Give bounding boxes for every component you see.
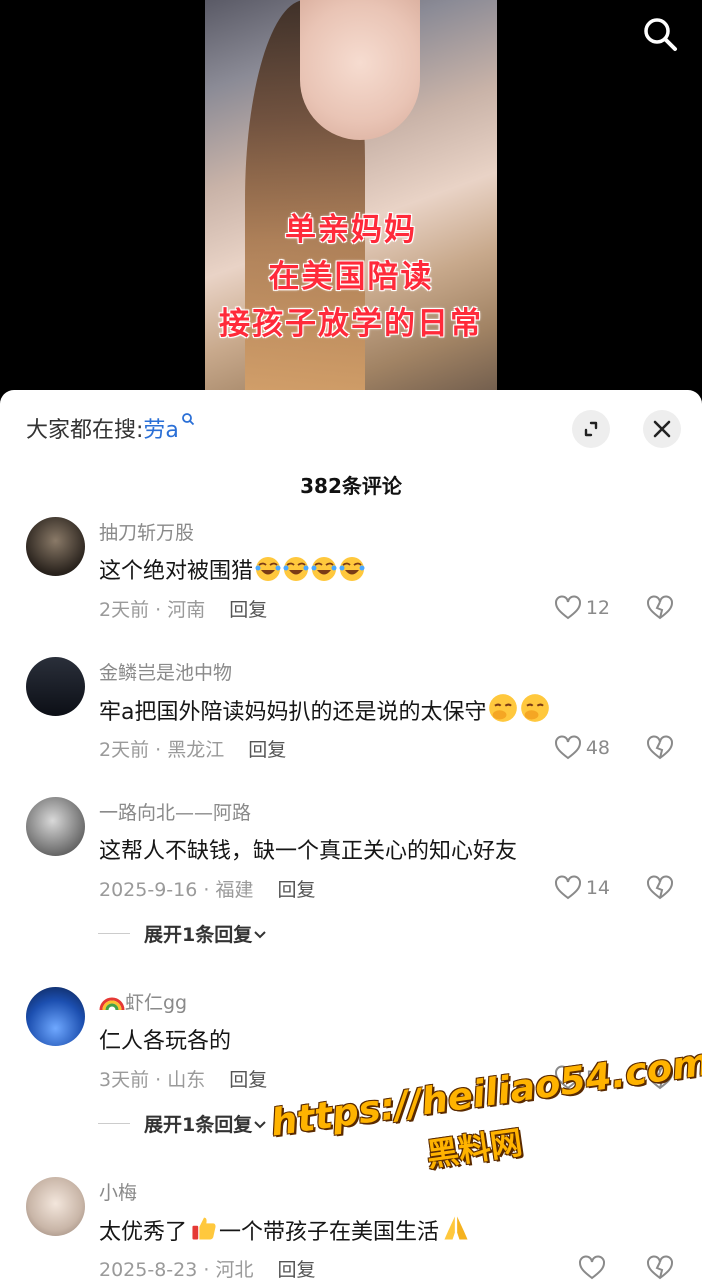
like-count: 48 [585,737,610,759]
comment-text: 牢a把国外陪读妈妈扒的还是说的太保守 [99,693,550,726]
video-caption-line-3: 接孩子放学的日常 [219,306,483,342]
comment-time-location: 2天前 · 河南 [99,599,206,621]
thumbs-up-emoji-icon [192,1217,216,1240]
comment-meta: 2天前 · 河南 回复 [99,595,267,622]
laughing-crying-emoji-icon [283,557,309,581]
broken-heart-icon [647,1255,673,1280]
like-count: 12 [585,597,610,619]
comment-username-text: 虾仁gg [125,992,188,1014]
divider [98,933,130,934]
laughing-crying-emoji-icon [339,557,365,581]
avatar[interactable] [26,517,85,576]
comment-text-content: 这个绝对被围猎 [99,559,254,584]
avatar[interactable] [26,657,85,716]
broken-heart-icon [647,735,673,760]
dislike-button[interactable] [646,734,674,762]
comment-text: 这帮人不缺钱，缺一个真正关心的知心好友 [99,839,518,864]
dislike-button[interactable] [646,874,674,902]
comment-text-content: 太优秀了 [99,1220,188,1245]
reply-button[interactable]: 回复 [277,879,315,901]
comment-meta: 3天前 · 山东 回复 [99,1065,267,1092]
broken-heart-icon [647,595,673,620]
comment-text: 这个绝对被围猎 [99,553,365,585]
smirk-hand-emoji-icon [489,694,518,722]
praying-hands-emoji-icon [444,1216,468,1240]
like-button[interactable]: 48 [554,734,610,762]
avatar[interactable] [26,987,85,1046]
video-frame: 单亲妈妈 在美国陪读 接孩子放学的日常 [205,0,497,400]
smirk-hand-emoji-icon [521,694,550,722]
comment-meta: 2天前 · 黑龙江 回复 [99,735,286,762]
comment-meta: 2025-9-16 · 福建 回复 [99,875,315,902]
laughing-crying-emoji-icon [255,557,281,581]
like-button[interactable] [578,1254,610,1280]
comment-item: 抽刀斩万股 这个绝对被围猎 2天前 · 河南 回复 12 [0,515,702,655]
comment-text-content-2: 一个带孩子在美国生活 [219,1220,440,1245]
comment-username[interactable]: 金鳞岂是池中物 [99,658,232,685]
chevron-down-icon [254,1120,266,1128]
comment-username[interactable]: 虾仁gg [99,988,187,1015]
comment-username[interactable]: 小梅 [99,1178,137,1205]
comment-text-content: 牢a把国外陪读妈妈扒的还是说的太保守 [99,700,487,725]
reply-button[interactable]: 回复 [229,599,267,621]
reply-button[interactable]: 回复 [248,739,286,761]
avatar[interactable] [26,1177,85,1236]
comment-time-location: 2025-8-23 · 河北 [99,1259,254,1280]
like-button[interactable]: 12 [554,594,610,622]
dislike-button[interactable] [646,1254,674,1280]
expand-button[interactable] [572,410,610,448]
reply-button[interactable]: 回复 [229,1069,267,1091]
sheet-header: 大家都在搜:劳a [0,390,702,470]
comment-item: 一路向北——阿路 这帮人不缺钱，缺一个真正关心的知心好友 2025-9-16 ·… [0,795,702,985]
hot-search[interactable]: 大家都在搜:劳a [26,412,195,444]
like-count: 14 [585,877,610,899]
close-icon [653,420,671,438]
divider [98,1123,130,1124]
avatar[interactable] [26,797,85,856]
search-icon[interactable] [640,14,680,54]
hot-search-prefix: 大家都在搜: [26,418,144,443]
expand-replies-button[interactable]: 展开1条回复 [98,1110,268,1137]
expand-replies-button[interactable]: 展开1条回复 [98,920,268,947]
comment-time-location: 2025-9-16 · 福建 [99,879,254,901]
dislike-button[interactable] [646,594,674,622]
comment-item: 金鳞岂是池中物 牢a把国外陪读妈妈扒的还是说的太保守 2天前 · 黑龙江 回复 4… [0,655,702,795]
heart-icon [554,595,581,620]
video-player[interactable]: 单亲妈妈 在美国陪读 接孩子放学的日常 [0,0,702,400]
chevron-down-icon [254,930,266,938]
close-button[interactable] [643,410,681,448]
comment-meta: 2025-8-23 · 河北 回复 [99,1255,315,1280]
expand-replies-label: 展开1条回复 [144,924,253,946]
heart-icon [554,735,581,760]
hot-search-term[interactable]: 劳a [143,418,178,443]
comment-time-location: 3天前 · 山东 [99,1069,206,1091]
comment-time-location: 2天前 · 黑龙江 [99,739,225,761]
broken-heart-icon [647,875,673,900]
heart-icon [554,875,581,900]
expand-replies-label: 展开1条回复 [144,1114,253,1136]
comment-text: 仁人各玩各的 [99,1029,232,1054]
rainbow-emoji-icon [99,997,125,1011]
comment-text: 太优秀了 一个带孩子在美国生活 [99,1213,471,1246]
reply-button[interactable]: 回复 [277,1259,315,1280]
expand-icon [584,421,598,437]
like-button[interactable]: 14 [554,874,610,902]
heart-icon [579,1255,605,1280]
video-face-region [300,0,420,140]
video-caption-line-1: 单亲妈妈 [285,212,417,248]
comment-username[interactable]: 抽刀斩万股 [99,518,194,545]
search-small-icon [182,413,195,426]
laughing-crying-emoji-icon [311,557,337,581]
watermark-name: 黑料网 [424,1123,525,1175]
comment-username[interactable]: 一路向北——阿路 [99,798,251,825]
comment-count: 382条评论 [300,474,402,498]
video-caption-line-2: 在美国陪读 [268,259,434,295]
